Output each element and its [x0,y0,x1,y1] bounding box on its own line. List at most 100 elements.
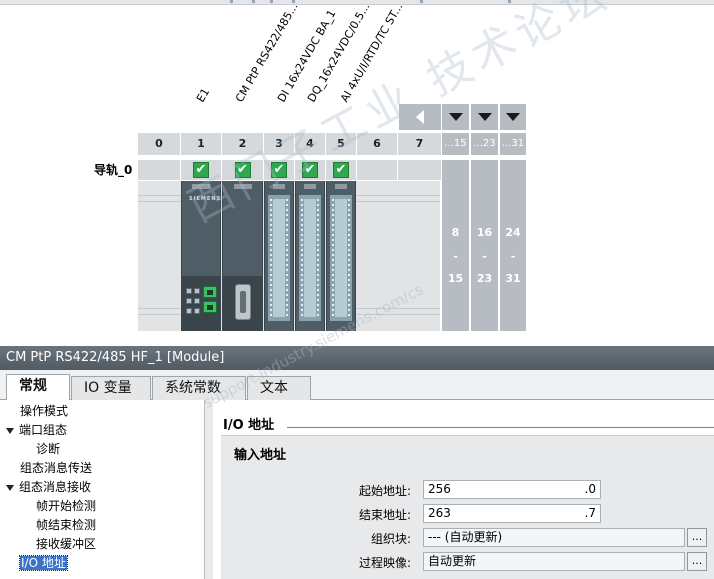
section-divider [287,427,714,428]
end-address-field[interactable]: 263 .7 [423,504,601,523]
slot-header-expansion: ...15 [442,133,469,155]
led-block [273,184,285,189]
module-cm-ptp[interactable]: SIEMENS [181,181,221,331]
collapse-left-button[interactable] [399,104,441,130]
terminal-icon [186,298,192,304]
process-image-label: 过程映像: [358,556,411,570]
module-ai[interactable] [326,181,356,331]
properties-nav-tree: 操作模式 端口组态 诊断 组态消息传送 组态消息接收 帧开始检测 帧结束检测 接… [0,400,205,579]
status-cell [398,160,441,180]
slot-header-expansion: ...23 [471,133,498,155]
nav-item-port-config[interactable]: 端口组态 [6,421,67,440]
nav-item-frame-end[interactable]: 帧结束检测 [36,516,96,535]
nav-item-label: 组态消息传送 [20,461,93,475]
expand-slots-15-button[interactable] [442,104,469,130]
process-image-browse-button[interactable]: ... [687,552,707,571]
chevron-down-icon[interactable] [6,484,14,491]
tab-io-tags[interactable]: IO 变量 [71,376,151,400]
nav-item-operating-mode[interactable]: 操作模式 [20,402,68,421]
terminal-icon [186,308,192,314]
toolbar-tick [420,0,423,3]
slot-header: 3 [264,133,294,155]
range-start: 16 [476,226,493,239]
tab-general[interactable]: 常规 [6,374,70,401]
terminal-dots [332,199,334,317]
nav-item-message-receive[interactable]: 组态消息接收 [6,478,91,497]
device-view: E1 CM PtP RS422/485... DI 16x24VDC BA_1 … [0,0,714,346]
status-cell: ✔ [222,160,263,180]
slot-header: 0 [138,133,180,155]
check-icon: ✔ [234,162,251,178]
check-icon: ✔ [193,162,209,178]
nav-item-label: 帧开始检测 [36,499,97,513]
terminal-dots [317,199,319,317]
nav-item-io-address[interactable]: I/O 地址 [19,554,68,573]
check-icon: ✔ [271,162,287,178]
slot-header-expansion: ...31 [500,133,526,155]
module-label-e1[interactable]: E1 [194,86,212,105]
led-block [335,184,347,189]
organization-block-value: --- (自动更新) [428,530,503,544]
tab-system-constants[interactable]: 系统常数 [152,376,246,400]
nav-item-label: 组态消息接收 [19,480,92,494]
expansion-slots-24-31[interactable]: 24 - 31 [500,160,526,331]
led-block [192,184,210,189]
organization-block-field[interactable]: --- (自动更新) [423,528,685,547]
properties-content: I/O 地址 输入地址 起始地址: 256 .0 结束地址: 263 .7 组织… [213,400,714,579]
organization-block-browse-button[interactable]: ... [687,528,707,547]
slot-header: 2 [222,133,263,155]
slot-header: 7 [398,133,441,155]
slot-header: 4 [295,133,325,155]
organization-block-row: 组织块: --- (自动更新) ... [221,528,714,548]
slot-header: 5 [326,133,356,155]
nav-item-diagnostics[interactable]: 诊断 [36,440,60,459]
nav-item-receive-buffer[interactable]: 接收缓冲区 [36,535,96,554]
module-cm-ptp-rs422[interactable] [222,181,263,331]
toolbar-tick [270,0,273,3]
panel-splitter[interactable] [205,400,213,579]
chevron-down-icon[interactable] [6,427,14,434]
range-dash: - [453,250,458,263]
status-cell [138,160,180,180]
end-address-label: 结束地址: [358,508,411,522]
module-di[interactable] [264,181,294,331]
module-label-ai[interactable]: AI 4xU/I/RTD/TC ST... [338,1,405,105]
expand-slots-23-button[interactable] [471,104,498,130]
process-image-field[interactable]: 自动更新 [423,552,685,571]
toolbar-tick [230,0,233,3]
sub-d-connector-icon [235,284,251,320]
properties-tab-bar: 常规 IO 变量 系统常数 文本 [0,370,714,401]
start-address-value: 256 [428,482,451,496]
start-address-bit: .0 [584,482,596,496]
terminal-icon [194,308,200,314]
module-dq[interactable] [295,181,325,331]
terminal-dots [301,199,303,317]
properties-title-bar: CM PtP RS422/485 HF_1 [Module] [0,346,714,370]
terminal-dots [286,199,288,317]
connector-panel [182,276,220,331]
range-start: 8 [451,226,460,239]
nav-item-message-transmit[interactable]: 组态消息传送 [20,459,92,478]
brand-logo: SIEMENS [189,196,222,202]
toolbar-tick [252,0,255,3]
process-image-value: 自动更新 [428,554,477,568]
check-icon: ✔ [333,162,349,178]
arrow-left-icon [416,110,424,124]
terminal-dots [348,199,350,317]
tab-texts[interactable]: 文本 [247,376,311,400]
expand-slots-31-button[interactable] [500,104,526,130]
expansion-slots-16-23[interactable]: 16 - 23 [471,160,498,331]
status-cell: ✔ [264,160,294,180]
start-address-field[interactable]: 256 .0 [423,480,601,499]
expansion-slots-8-15[interactable]: 8 - 15 [442,160,469,331]
nav-item-frame-start[interactable]: 帧开始检测 [36,497,96,516]
input-address-group: 输入地址 起始地址: 256 .0 结束地址: 263 .7 组织块: --- … [221,435,714,579]
organization-block-label: 组织块: [370,532,411,546]
nav-item-label: 诊断 [36,442,61,456]
arrow-down-icon [477,113,492,121]
nav-item-label: 帧结束检测 [36,518,97,532]
nav-item-label: 接收缓冲区 [36,537,97,551]
arrow-down-icon [506,113,520,121]
status-cell: ✔ [295,160,325,180]
rail-name: 导轨_0 [94,163,133,177]
